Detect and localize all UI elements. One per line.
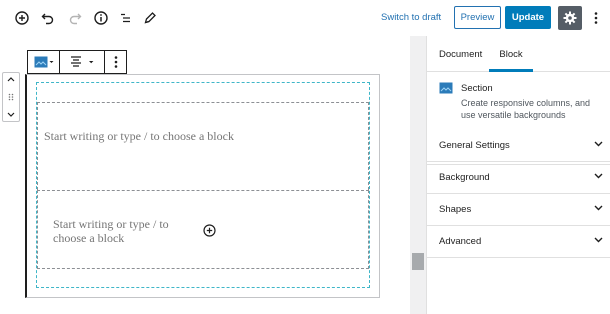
panel-general-settings[interactable]: General Settings (427, 130, 610, 162)
add-block-inline-button[interactable] (203, 224, 216, 237)
panel-title: General Settings (439, 140, 510, 151)
list-view-icon[interactable] (116, 9, 134, 27)
tab-document[interactable]: Document (439, 36, 482, 72)
more-options-button[interactable] (105, 51, 126, 73)
redo-icon[interactable] (66, 9, 84, 27)
column-2-placeholder[interactable]: Start writing or type / to choose a bloc… (53, 217, 193, 245)
settings-sidebar: Document Block Section Create responsive… (426, 36, 610, 314)
column-1-placeholder[interactable]: Start writing or type / to choose a bloc… (44, 129, 234, 143)
block-toolbar (27, 50, 127, 74)
more-options-icon (114, 56, 117, 68)
settings-button[interactable] (558, 6, 582, 30)
update-button[interactable]: Update (505, 6, 551, 29)
tab-block[interactable]: Block (489, 36, 533, 72)
drag-handle-icon[interactable] (8, 93, 14, 101)
edit-icon[interactable] (141, 9, 159, 27)
align-button[interactable] (60, 51, 105, 73)
column-1[interactable] (37, 102, 369, 190)
add-block-icon[interactable] (13, 9, 31, 27)
panel-title: Background (439, 172, 490, 183)
section-block-icon (34, 56, 53, 68)
preview-button[interactable]: Preview (454, 6, 501, 29)
block-mover (2, 72, 20, 122)
block-card-description: Create responsive columns, and use versa… (461, 98, 591, 120)
panel-title: Shapes (439, 204, 472, 215)
panel-shapes[interactable]: Shapes (427, 194, 610, 226)
panel-title: Advanced (439, 236, 482, 247)
chevron-down-icon (594, 205, 603, 211)
chevron-down-icon (594, 141, 603, 147)
undo-icon[interactable] (39, 9, 57, 27)
block-switcher-button[interactable] (28, 51, 60, 73)
switch-to-draft-link[interactable]: Switch to draft (381, 12, 441, 23)
chevron-down-icon[interactable] (7, 112, 15, 118)
editor-header: Switch to draft Preview Update (0, 0, 610, 36)
chevron-up-icon[interactable] (7, 76, 15, 82)
section-block-icon (439, 82, 453, 94)
panel-background[interactable]: Background (427, 162, 610, 194)
block-card-title: Section (461, 83, 493, 94)
info-icon[interactable] (92, 9, 110, 27)
chevron-down-icon (594, 237, 603, 243)
gear-icon (563, 11, 577, 25)
sidebar-tabs: Document Block (427, 36, 610, 72)
editor-scrollbar-thumb[interactable] (412, 253, 424, 270)
plus-circle-icon (203, 224, 216, 237)
align-icon (71, 56, 94, 67)
panel-advanced[interactable]: Advanced (427, 226, 610, 258)
editor-scrollbar[interactable] (410, 36, 426, 314)
more-vertical-icon[interactable] (589, 9, 603, 27)
chevron-down-icon (594, 173, 603, 179)
